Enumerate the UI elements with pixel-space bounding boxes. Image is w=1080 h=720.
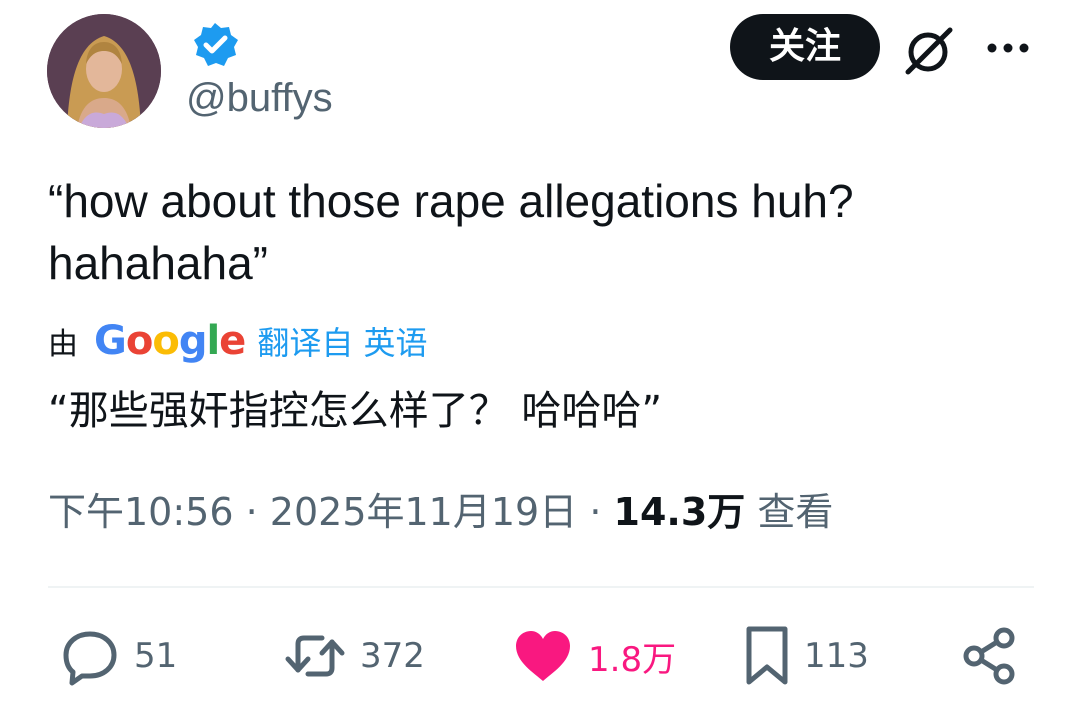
tweet-text: “how about those rape allegations huh? h… — [48, 175, 854, 289]
share-icon — [963, 627, 1015, 685]
translated-text: “那些强奸指控怎么样了？ 哈哈哈” — [48, 388, 663, 434]
reply-button[interactable]: 51 — [60, 626, 177, 686]
repost-count: 372 — [360, 636, 425, 676]
tweet-date[interactable]: 2025年11月19日 — [270, 490, 577, 534]
follow-button[interactable]: 关注 — [730, 14, 880, 80]
heart-icon — [516, 631, 570, 681]
repost-button[interactable]: 372 — [284, 626, 425, 686]
avatar-photo — [47, 14, 161, 128]
translated-from-link[interactable]: 翻译自 英语 — [257, 318, 427, 364]
verified-badge-icon — [190, 20, 240, 70]
translation-attribution: 由 Google 翻译自 英语 — [48, 318, 428, 364]
like-button[interactable]: 1.8万 — [512, 626, 676, 686]
avatar[interactable] — [47, 14, 161, 128]
bookmark-icon — [746, 626, 788, 685]
bookmark-count: 113 — [804, 636, 869, 676]
views-label: 查看 — [757, 490, 834, 534]
google-logo: Google — [94, 318, 246, 364]
share-button[interactable] — [962, 626, 1018, 686]
tweet-meta: 下午10:56 · 2025年11月19日 · 14.3万 查看 — [48, 486, 833, 538]
tweet-time[interactable]: 下午10:56 — [48, 490, 234, 534]
reply-icon — [63, 631, 117, 686]
author-handle[interactable]: @buffys — [186, 76, 333, 120]
views-count: 14.3万 — [613, 490, 746, 534]
like-count: 1.8万 — [588, 639, 677, 680]
bookmark-button[interactable]: 113 — [744, 626, 869, 686]
meta-separator: · — [589, 490, 602, 534]
divider — [48, 586, 1034, 588]
reply-count: 51 — [134, 636, 178, 676]
repost-icon — [285, 635, 345, 677]
more-icon[interactable] — [984, 38, 1032, 58]
meta-separator: · — [245, 490, 258, 534]
translated-by-label: 由 — [48, 327, 78, 362]
grok-icon[interactable] — [900, 22, 956, 78]
